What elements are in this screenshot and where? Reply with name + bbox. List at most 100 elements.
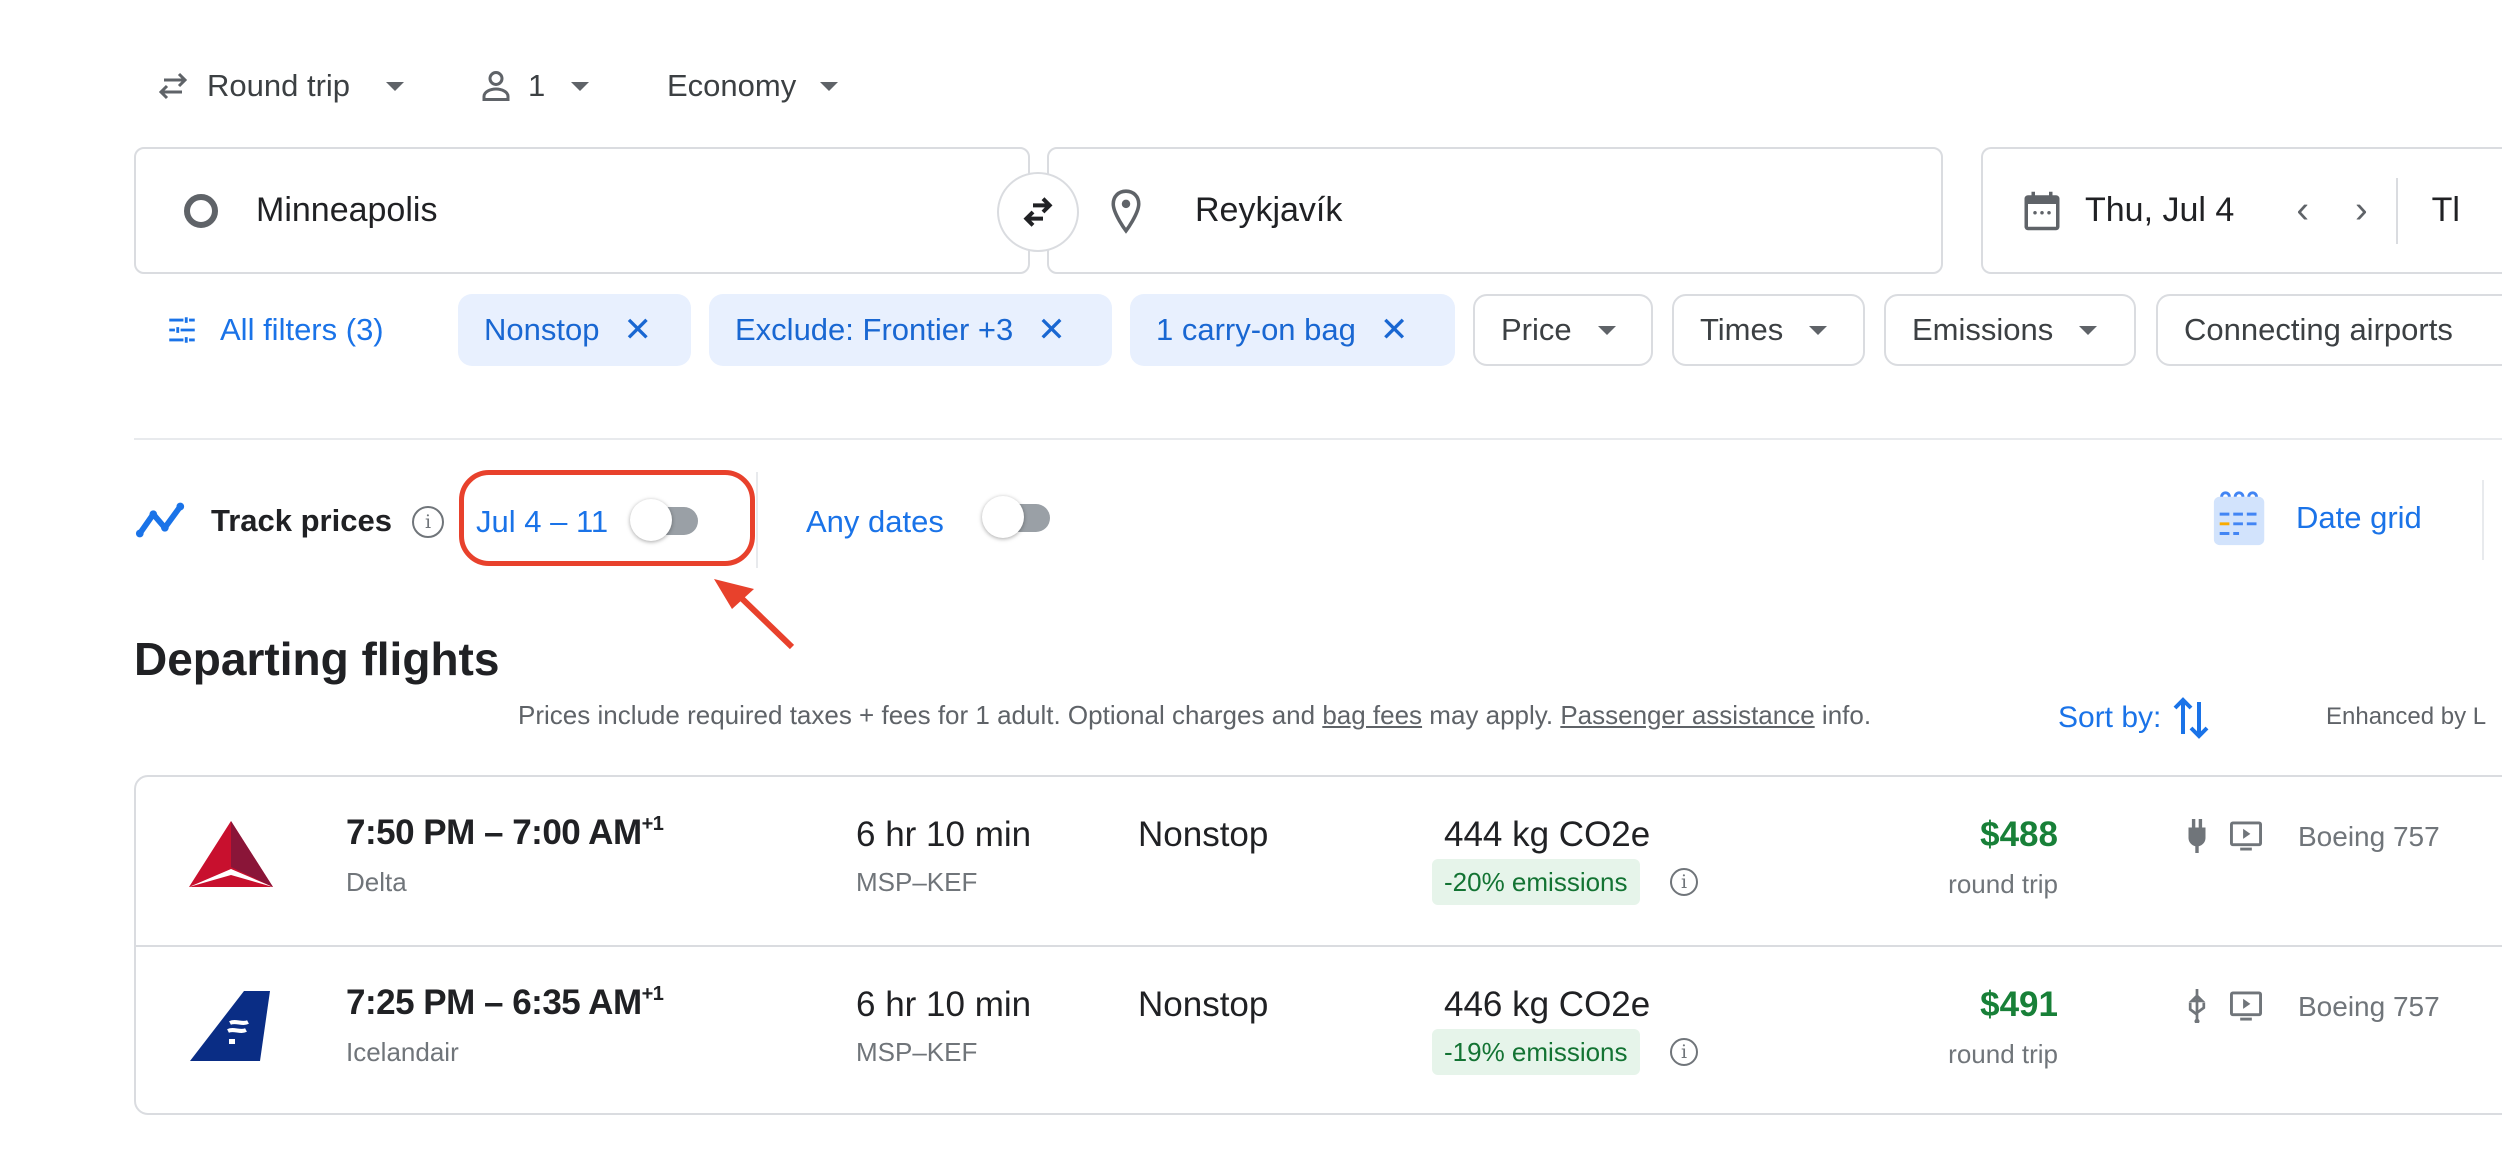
chevron-down-icon [820,81,839,91]
info-icon[interactable]: i [1670,868,1698,896]
trend-line-icon [134,500,188,540]
chevron-down-icon [1809,325,1828,335]
passengers-select[interactable]: 1 [478,60,590,112]
filter-chip-times[interactable]: Times [1672,294,1865,366]
flight-route: MSP–KEF [856,1037,978,1067]
price-disclaimer: Prices include required taxes + fees for… [518,700,1871,731]
video-screen-icon [2228,990,2264,1022]
trip-type-select[interactable]: Round trip [153,60,405,112]
emissions-badge: -19% emissions [1432,1029,1640,1075]
filter-chip-carry-on-bag[interactable]: 1 carry-on bag ✕ [1130,294,1455,366]
aircraft-type: Boeing 757 [2298,991,2440,1022]
emissions-badge: -20% emissions [1432,859,1640,905]
video-screen-icon [2228,820,2264,852]
filter-chip-label: 1 carry-on bag [1156,312,1356,347]
passenger-count: 1 [528,68,546,103]
chevron-down-icon [2079,325,2098,335]
person-icon [478,67,514,105]
flight-results-list: 7:50 PM – 7:00 AM+1 Delta 6 hr 10 min MS… [134,775,2502,1115]
co2-emissions: 444 kg CO2e [1444,815,1651,854]
filter-chip-label: Exclude: Frontier +3 [735,312,1014,347]
date-divider [2395,177,2398,244]
bag-fees-link[interactable]: bag fees [1322,700,1422,730]
price-type: round trip [1948,1039,2058,1069]
cabin-class-label: Economy [667,68,797,103]
calendar-grid-icon [2210,487,2272,549]
filter-chip-exclude-airlines[interactable]: Exclude: Frontier +3 ✕ [709,294,1112,366]
swap-origin-destination-button[interactable] [997,172,1079,252]
co2-emissions: 446 kg CO2e [1444,985,1651,1024]
swap-arrows-icon [153,68,193,104]
filter-chip-label: Times [1700,312,1784,347]
departure-date-value: Thu, Jul 4 [2085,191,2235,229]
filter-chip-label: Connecting airports [2184,312,2453,347]
filter-chip-emissions[interactable]: Emissions [1884,294,2136,366]
filter-chip-connecting-airports[interactable]: Connecting airports [2156,294,2502,366]
origin-input[interactable]: Minneapolis [134,147,1030,274]
toggle-knob [982,496,1024,538]
swap-icon [1016,192,1060,232]
origin-value: Minneapolis [256,191,438,229]
disclaimer-text: info. [1814,700,1872,730]
flight-price: $488 [1980,815,2058,854]
filter-chip-label: Price [1501,312,1572,347]
calendar-icon [2021,188,2063,234]
all-filters-label: All filters (3) [220,312,384,347]
disclaimer-text: Prices include required taxes + fees for… [518,700,1323,730]
previous-date-button[interactable]: ‹ [2296,189,2309,232]
chevron-down-icon [386,81,405,91]
vertical-divider [756,472,758,568]
date-grid-button[interactable]: Date grid [2210,487,2422,549]
disclaimer-text: may apply. [1422,700,1561,730]
aircraft-type: Boeing 757 [2298,821,2440,852]
usb-icon [2186,989,2208,1023]
flight-row[interactable]: 7:25 PM – 6:35 AM+1 Icelandair 6 hr 10 m… [136,945,2502,1113]
passenger-assistance-link[interactable]: Passenger assistance [1560,700,1814,730]
info-icon[interactable]: i [412,506,444,538]
any-dates-label: Any dates [806,504,944,539]
enhanced-by-label: Enhanced by L [2326,703,2487,730]
sort-by-button[interactable]: Sort by: [2058,694,2211,742]
location-pin-icon [1109,188,1143,234]
chevron-down-icon [571,81,590,91]
annotation-highlight-box [459,470,755,566]
close-icon[interactable]: ✕ [1037,310,1066,350]
delta-logo-icon [189,821,273,891]
all-filters-button[interactable]: All filters (3) [150,294,410,366]
origin-circle-icon [184,193,218,228]
airline-name: Delta [346,867,407,897]
flight-route: MSP–KEF [856,867,978,897]
cabin-class-select[interactable]: Economy [667,60,839,112]
trip-type-label: Round trip [207,68,351,103]
next-date-button[interactable]: › [2355,189,2368,232]
destination-value: Reykjavík [1195,191,1343,229]
date-input[interactable]: Thu, Jul 4 ‹ › Tl [1981,147,2502,274]
annotation-arrow-icon [710,575,800,655]
flight-stops: Nonstop [1138,815,1269,854]
flight-stops: Nonstop [1138,985,1269,1024]
sort-by-label: Sort by: [2058,701,2162,734]
amenities [2186,989,2264,1023]
flight-price: $491 [1980,985,2058,1024]
any-dates-toggle[interactable] [982,496,1054,538]
flight-row[interactable]: 7:50 PM – 7:00 AM+1 Delta 6 hr 10 min MS… [136,777,2502,945]
flight-duration: 6 hr 10 min [856,985,1032,1024]
destination-input[interactable]: Reykjavík [1047,147,1943,274]
filter-chip-nonstop[interactable]: Nonstop ✕ [458,294,691,366]
chevron-down-icon [1597,325,1616,335]
icelandair-logo-icon [190,991,274,1061]
filter-chip-label: Nonstop [484,312,600,347]
return-date-value[interactable]: Tl [2432,191,2460,230]
filter-chip-label: Emissions [1912,312,2054,347]
tune-sliders-icon [164,313,200,347]
section-heading: Departing flights [134,633,500,685]
info-icon[interactable]: i [1670,1038,1698,1066]
vertical-divider [2482,480,2484,560]
amenities [2186,819,2264,853]
flight-duration: 6 hr 10 min [856,815,1032,854]
close-icon[interactable]: ✕ [1380,310,1409,350]
close-icon[interactable]: ✕ [623,310,652,350]
price-type: round trip [1948,869,2058,899]
filter-chip-price[interactable]: Price [1473,294,1653,366]
flight-times: 7:50 PM – 7:00 AM+1 [346,813,664,852]
